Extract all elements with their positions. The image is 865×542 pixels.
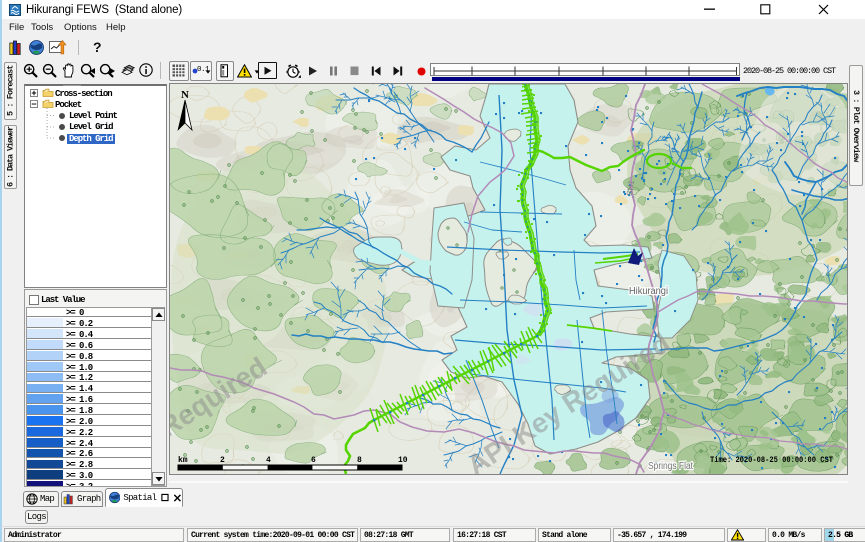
svg-text:N: N xyxy=(181,89,189,101)
svg-text:10: 10 xyxy=(398,456,408,465)
svg-text:6: 6 xyxy=(311,456,316,465)
svg-text:8: 8 xyxy=(357,456,362,465)
svg-text:2: 2 xyxy=(220,456,225,465)
svg-text:km: km xyxy=(178,456,188,465)
svg-text:4: 4 xyxy=(266,456,271,465)
svg-text:Springs Flat: Springs Flat xyxy=(648,460,693,472)
svg-text:Hikurangi: Hikurangi xyxy=(629,286,668,297)
svg-text:Time: 2020-08-25 00:00:00 CST: Time: 2020-08-25 00:00:00 CST xyxy=(710,455,833,465)
